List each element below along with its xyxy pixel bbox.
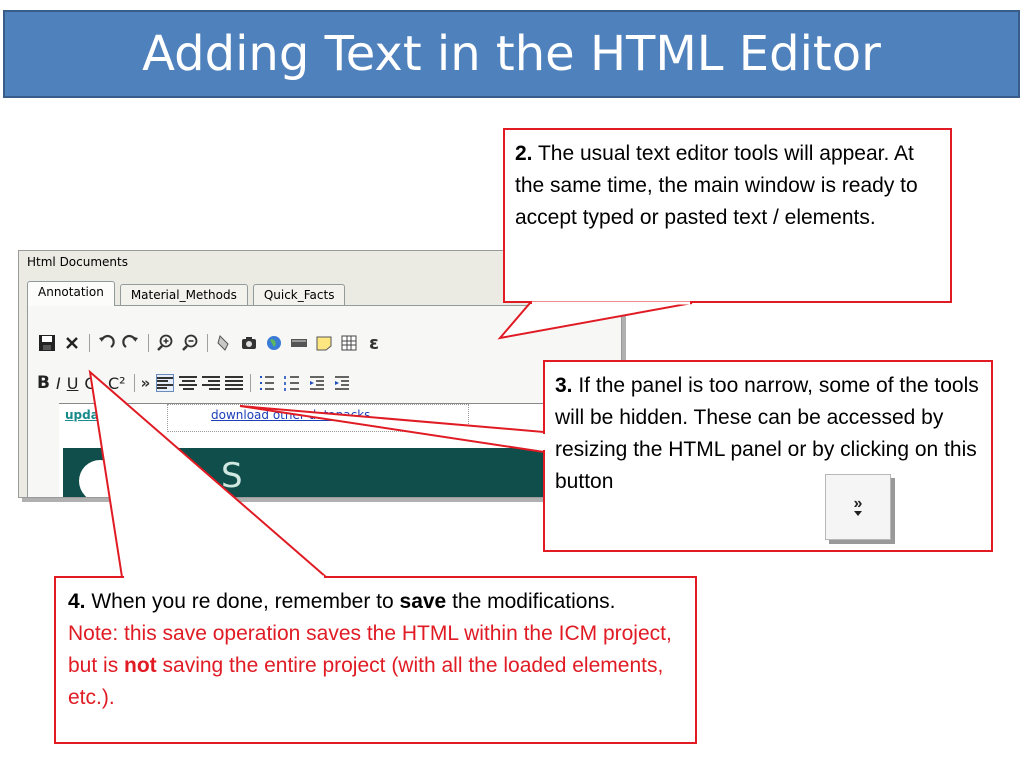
update-link[interactable]: update (65, 408, 113, 422)
slide-title: Adding Text in the HTML Editor (142, 26, 881, 82)
toolbar-separator (148, 334, 149, 352)
zoom-in-icon[interactable] (155, 333, 175, 353)
numbered-list-icon[interactable] (282, 373, 302, 393)
callout-text: If the panel is too narrow, some of the … (555, 374, 979, 493)
step-number: 4. (68, 590, 86, 613)
callout-step-2: 2. The usual text editor tools will appe… (503, 128, 952, 303)
zoom-out-icon[interactable] (180, 333, 200, 353)
bullet-list-icon[interactable] (257, 373, 277, 393)
toolbar-separator (133, 374, 135, 392)
tab-material-methods[interactable]: Material_Methods (119, 284, 248, 305)
toolbar-separator (207, 334, 208, 352)
more-tools-button-example: » (825, 474, 891, 540)
toolbar-separator (250, 374, 252, 392)
callout-step-4: 4. When you re done, remember to save th… (54, 576, 697, 744)
save-emphasis: save (399, 590, 447, 613)
banner-graphic: S (221, 456, 243, 496)
image-icon[interactable] (214, 333, 234, 353)
download-datapacks-link[interactable]: download other datapacks (211, 408, 370, 422)
toolbar-separator (89, 334, 90, 352)
tab-annotation[interactable]: Annotation (27, 281, 115, 306)
chevron-icon: » (853, 495, 863, 512)
align-center-icon[interactable] (179, 374, 198, 392)
callout-text-end: the modifications. (446, 590, 616, 613)
outdent-icon[interactable] (307, 373, 327, 393)
callout-step-3: 3. If the panel is too narrow, some of t… (543, 360, 993, 552)
close-icon[interactable] (62, 333, 82, 353)
underline-button[interactable]: U (67, 374, 79, 393)
align-justify-icon[interactable] (225, 374, 244, 392)
step-number: 2. (515, 142, 533, 165)
editor-toolbar-top: ε (37, 331, 389, 355)
title-banner: Adding Text in the HTML Editor (3, 10, 1020, 98)
tab-quick-facts[interactable]: Quick_Facts (252, 284, 346, 305)
note-emphasis: not (124, 654, 157, 677)
note-icon[interactable] (314, 333, 334, 353)
content-banner: S (63, 448, 621, 497)
note-text-end: saving the entire project (with all the … (68, 654, 664, 709)
callout-text: The usual text editor tools will appear.… (515, 142, 918, 229)
subscript-button[interactable]: C₂ (84, 374, 102, 393)
superscript-button[interactable]: C² (108, 374, 126, 393)
html-edit-area[interactable]: update download other datapacks S (59, 403, 621, 497)
save-icon[interactable] (37, 333, 57, 353)
tab-strip: Annotation Material_Methods Quick_Facts (27, 281, 350, 306)
italic-button[interactable]: I (56, 374, 61, 393)
logo-image (79, 460, 121, 497)
table-icon[interactable] (339, 333, 359, 353)
step-number: 3. (555, 374, 573, 397)
dropdown-arrow-icon (854, 511, 862, 516)
editor-toolbar-format: B I U C₂ C² » (37, 371, 357, 395)
indent-icon[interactable] (332, 373, 352, 393)
more-tools-button[interactable]: » (141, 374, 151, 392)
globe-icon[interactable] (264, 333, 284, 353)
line-icon[interactable] (289, 333, 309, 353)
callout-text: When you re done, remember to (85, 590, 400, 613)
align-right-icon[interactable] (202, 374, 221, 392)
redo-icon[interactable] (121, 333, 141, 353)
epsilon-icon[interactable]: ε (364, 333, 384, 354)
note-text: Note: this save operation saves the HTML… (68, 622, 672, 709)
camera-icon[interactable] (239, 333, 259, 353)
align-left-icon[interactable] (156, 374, 175, 392)
undo-icon[interactable] (96, 333, 116, 353)
panel-title: Html Documents (27, 255, 128, 269)
bold-button[interactable]: B (37, 373, 50, 393)
